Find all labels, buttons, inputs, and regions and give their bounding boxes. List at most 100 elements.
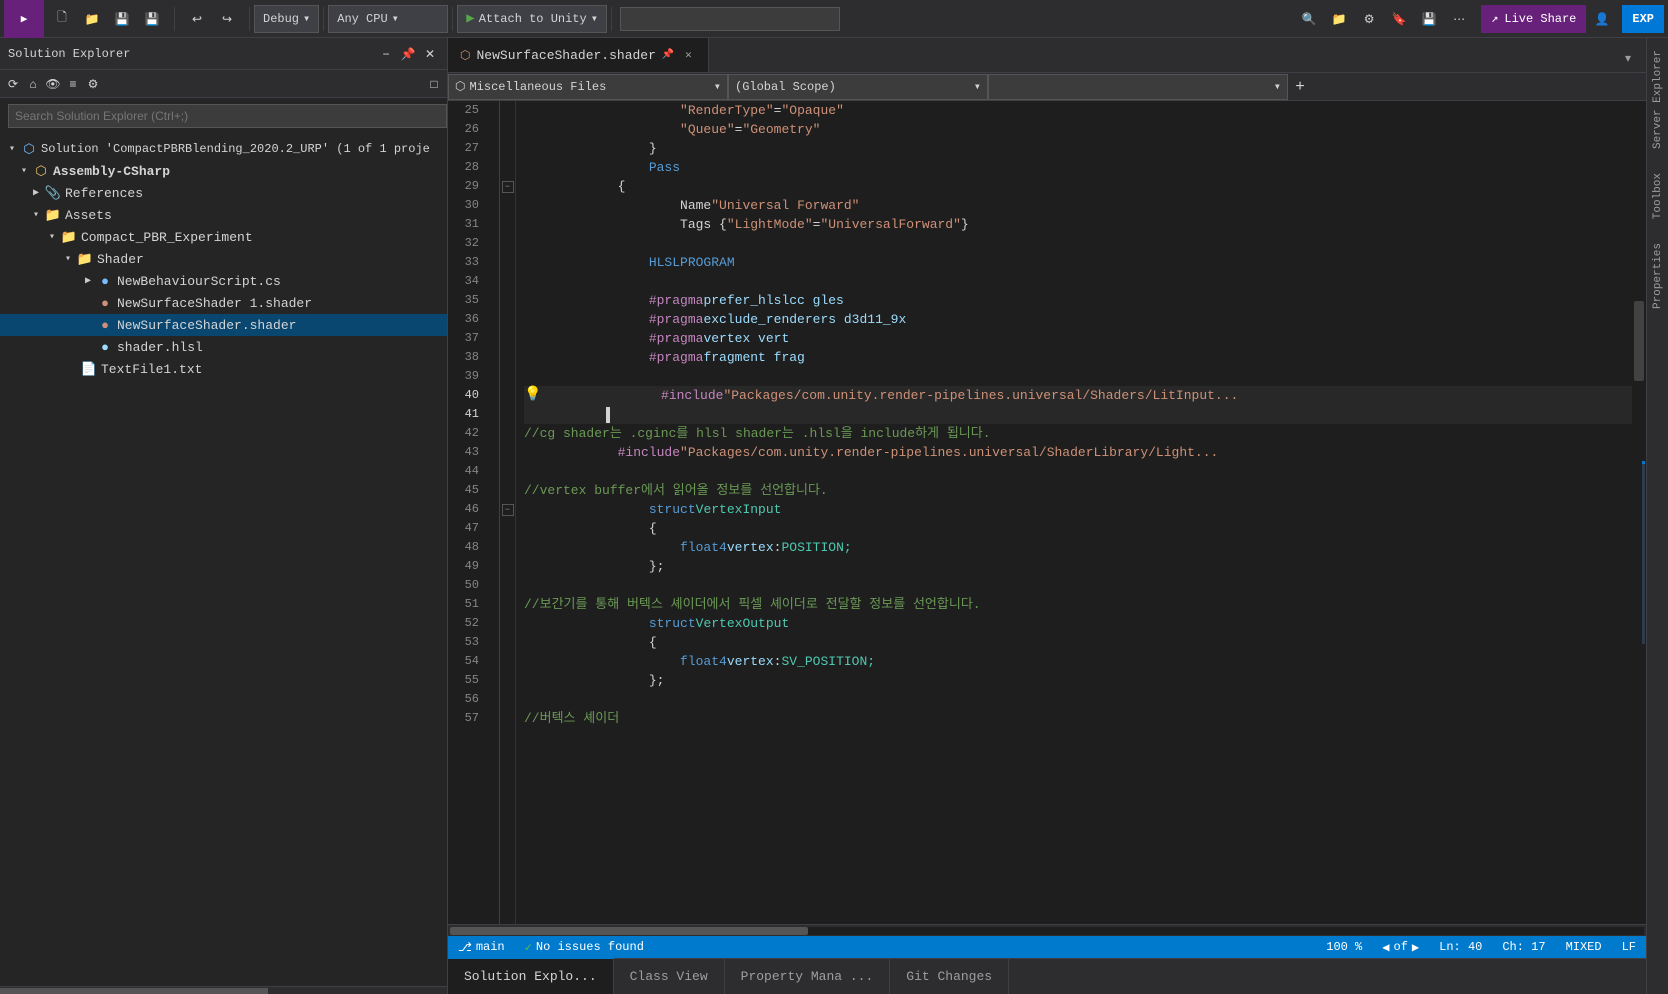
search-icon-btn[interactable]: 🔍 (1295, 5, 1323, 33)
live-share-btn[interactable]: ↗ Live Share (1481, 5, 1586, 33)
editor-vscroll-thumb[interactable] (1634, 301, 1644, 381)
ln-30: 30 (448, 196, 487, 215)
tree-solution-root[interactable]: ▾ ⬡ Solution 'CompactPBRBlending_2020.2_… (0, 138, 447, 160)
hscroll-track[interactable] (450, 927, 1644, 935)
attach-unity-btn[interactable]: ▶ Attach to Unity ▾ (457, 5, 607, 33)
breadcrumb-files-dropdown[interactable]: ⬡ Miscellaneous Files ▾ (448, 74, 728, 100)
toolbar-save-btn[interactable]: 💾 (108, 5, 136, 33)
se-header: Solution Explorer − 📌 ✕ (0, 38, 447, 70)
status-bar: ⎇ main ✓ No issues found 100 % ◀ of ▶ Ln… (448, 936, 1646, 958)
user-icon-btn[interactable]: 👤 (1586, 5, 1618, 33)
se-search-input[interactable] (8, 104, 447, 128)
folder-icon-btn[interactable]: 📁 (1325, 5, 1353, 33)
lightbulb-icon[interactable]: 💡 (524, 386, 544, 405)
se-settings-btn[interactable]: ⚙ (84, 75, 102, 93)
tab-property-mana[interactable]: Property Mana ... (725, 958, 891, 994)
code-line-52: struct VertexOutput (524, 614, 1632, 633)
tree-newsurface1[interactable]: ● NewSurfaceShader 1.shader (0, 292, 447, 314)
config-dropdown[interactable]: Debug ▾ (254, 5, 319, 33)
fold-46-indicator[interactable]: − (502, 504, 514, 516)
se-pin2-btn[interactable]: 📌 (399, 45, 417, 63)
status-line-ending[interactable]: LF (1612, 936, 1646, 958)
code-line-31: Tags { "LightMode" = "UniversalForward" … (524, 215, 1632, 234)
toolbar-new-btn[interactable]: 🗋 (48, 5, 76, 33)
editor-hscroll[interactable] (448, 924, 1646, 936)
ln-45: 45 (448, 481, 487, 500)
undo-btn[interactable]: ↩ (183, 5, 211, 33)
app-logo: ▶ (4, 0, 44, 38)
se-hscroll-thumb[interactable] (0, 988, 268, 994)
status-zoom[interactable]: 100 % (1316, 936, 1372, 958)
tab-property-label: Property Mana ... (741, 969, 874, 984)
toolbar-search[interactable] (620, 7, 840, 31)
newsurface1-icon: ● (96, 294, 114, 312)
side-toolbox[interactable]: Toolbox (1648, 161, 1668, 231)
se-pin-btn[interactable]: − (377, 45, 395, 63)
tree-textfile[interactable]: 📄 TextFile1.txt (0, 358, 447, 380)
side-properties[interactable]: Properties (1648, 231, 1668, 321)
code-line-50 (524, 576, 1632, 595)
tab-class-view[interactable]: Class View (614, 958, 725, 994)
se-close-btn[interactable]: ✕ (421, 45, 439, 63)
side-server-explorer[interactable]: Server Explorer (1648, 38, 1668, 161)
status-encoding[interactable]: MIXED (1556, 936, 1612, 958)
settings-icon-btn[interactable]: ⚙ (1355, 5, 1383, 33)
platform-dropdown[interactable]: Any CPU ▾ (328, 5, 448, 33)
se-hscroll[interactable] (0, 986, 447, 994)
tree-newbehaviour[interactable]: ▶ ● NewBehaviourScript.cs (0, 270, 447, 292)
tree-shader-folder[interactable]: ▾ 📁 Shader (0, 248, 447, 270)
scroll-arrow-left[interactable]: ◀ (1382, 940, 1389, 955)
code-line-45: //vertex buffer에서 읽어올 정보를 선언합니다. (524, 481, 1632, 500)
code-line-40[interactable]: 💡 #include "Packages/com.unity.render-pi… (524, 386, 1632, 405)
tab-solution-explo[interactable]: Solution Explo... (448, 958, 614, 994)
more-icon-btn[interactable]: ⋯ (1445, 5, 1473, 33)
tab-close-btn[interactable]: ✕ (680, 47, 696, 63)
fold-29-indicator[interactable]: − (502, 181, 514, 193)
tab-git-changes[interactable]: Git Changes (890, 958, 1009, 994)
code-line-41[interactable] (524, 405, 1632, 424)
status-ch[interactable]: Ch: 17 (1492, 936, 1555, 958)
fold-29[interactable]: − (500, 177, 515, 196)
ln-32: 32 (448, 234, 487, 253)
breadcrumb-member-dropdown[interactable]: ▾ (988, 74, 1288, 100)
check-icon: ✓ (525, 940, 532, 955)
tree-assets[interactable]: ▾ 📁 Assets (0, 204, 447, 226)
se-close2-btn[interactable]: □ (425, 75, 443, 93)
se-home-btn[interactable]: ⌂ (24, 75, 42, 93)
tree-compact[interactable]: ▾ 📁 Compact_PBR_Experiment (0, 226, 447, 248)
nav-add-btn[interactable]: + (1288, 74, 1312, 100)
code-line-57: //버텍스 셰이더 (524, 709, 1632, 728)
se-show-btn[interactable]: 👁 (44, 75, 62, 93)
se-filter-btn[interactable]: ≡ (64, 75, 82, 93)
ln-42: 42 (448, 424, 487, 443)
save2-icon-btn[interactable]: 💾 (1415, 5, 1443, 33)
status-branch[interactable]: ⎇ main (448, 936, 515, 958)
se-toolbar: ⟳ ⌂ 👁 ≡ ⚙ □ (0, 70, 447, 98)
code-line-39 (524, 367, 1632, 386)
toolbar-open-btn[interactable]: 📁 (78, 5, 106, 33)
redo-btn[interactable]: ↪ (213, 5, 241, 33)
editor-vscroll[interactable] (1632, 101, 1646, 924)
tree-shader-hlsl[interactable]: ● shader.hlsl (0, 336, 447, 358)
editor-area: ⬡ NewSurfaceShader.shader 📌 ✕ ▾ ⬡ Miscel… (448, 38, 1646, 994)
breadcrumb-scope-dropdown[interactable]: (Global Scope) ▾ (728, 74, 988, 100)
code-line-43: #include "Packages/com.unity.render-pipe… (524, 443, 1632, 462)
status-issues[interactable]: ✓ No issues found (515, 936, 654, 958)
newsurface-icon: ● (96, 316, 114, 334)
bookmark-icon-btn[interactable]: 🔖 (1385, 5, 1413, 33)
tab-newsurface[interactable]: ⬡ NewSurfaceShader.shader 📌 ✕ (448, 38, 709, 72)
tree-newsurface[interactable]: ● NewSurfaceShader.shader (0, 314, 447, 336)
tab-dropdown-btn[interactable]: ▾ (1614, 44, 1642, 72)
toolbar-saveall-btn[interactable]: 💾 (138, 5, 166, 33)
tree-references[interactable]: ▶ 📎 References (0, 182, 447, 204)
status-ln[interactable]: Ln: 40 (1429, 936, 1492, 958)
scroll-arrow-right[interactable]: ▶ (1412, 940, 1419, 955)
code-content[interactable]: "RenderType"="Opaque" "Queue"="Geometry"… (516, 101, 1632, 924)
exp-btn[interactable]: EXP (1622, 5, 1664, 33)
code-line-36: #pragma exclude_renderers d3d11_9x (524, 310, 1632, 329)
se-sync-btn[interactable]: ⟳ (4, 75, 22, 93)
shader-folder-label: Shader (97, 252, 144, 267)
fold-46[interactable]: − (500, 500, 515, 519)
tree-assembly[interactable]: ▾ ⬡ Assembly-CSharp (0, 160, 447, 182)
hscroll-thumb[interactable] (450, 927, 808, 935)
